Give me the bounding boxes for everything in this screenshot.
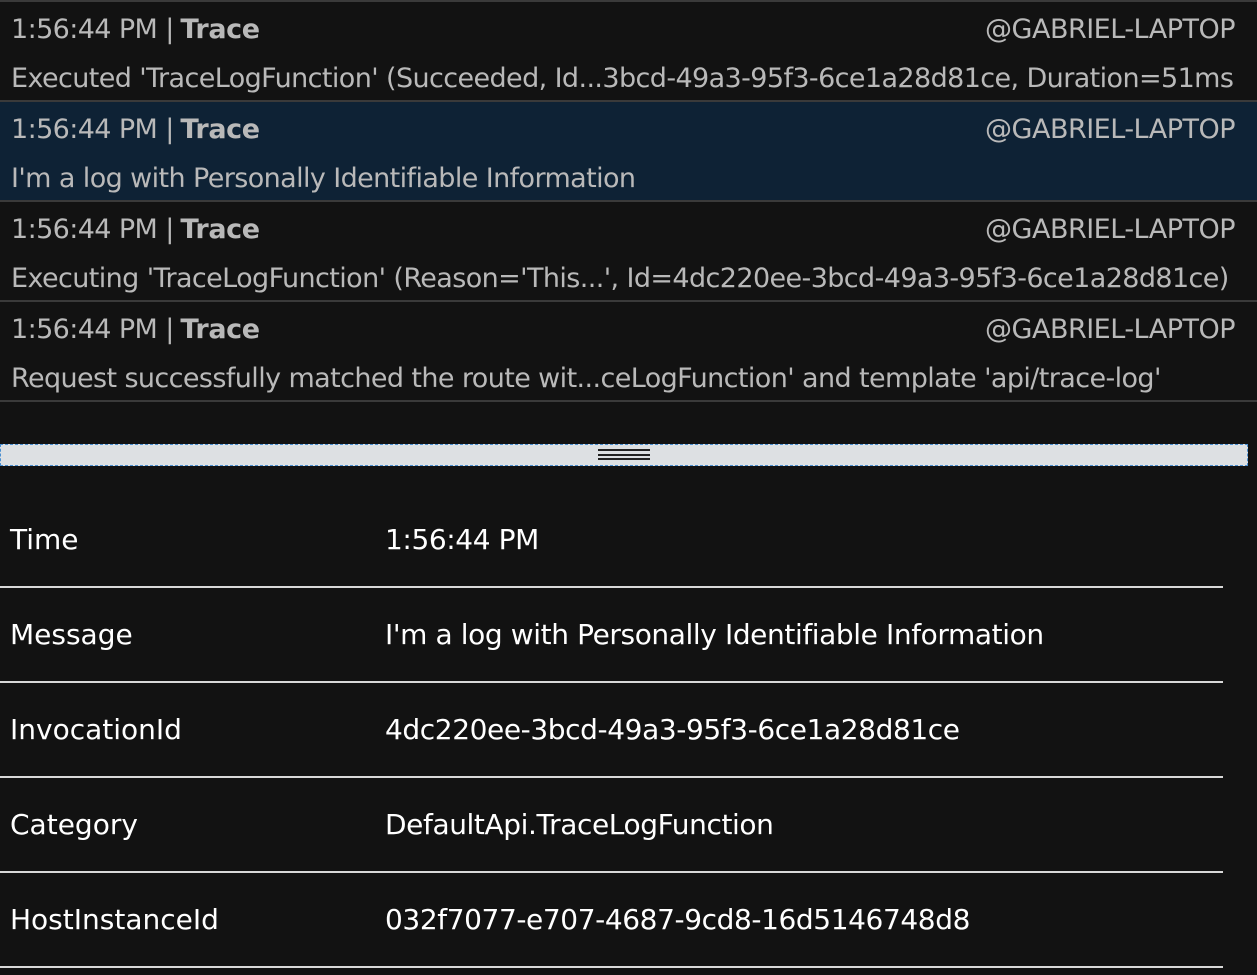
log-message: Executing 'TraceLogFunction' (Reason='Th… [11, 263, 1229, 294]
log-list: 1:56:44 PM | Trace @GABRIEL-LAPTOP Execute… [0, 0, 1257, 443]
log-entry-header: 1:56:44 PM | Trace @GABRIEL-LAPTOP [11, 210, 1235, 250]
detail-key: Message [10, 618, 133, 651]
log-separator: | [165, 14, 175, 45]
log-host: @GABRIEL-LAPTOP [985, 314, 1235, 345]
details-table: Time 1:56:44 PM Message I'm a log with P… [0, 493, 1223, 968]
log-level: Trace [180, 314, 260, 345]
splitter-grip-icon[interactable] [598, 449, 650, 460]
log-entry[interactable]: 1:56:44 PM | Trace @GABRIEL-LAPTOP Executi… [0, 202, 1257, 302]
pane-splitter[interactable] [0, 444, 1248, 466]
log-host: @GABRIEL-LAPTOP [985, 14, 1235, 45]
log-entry[interactable]: 1:56:44 PM | Trace @GABRIEL-LAPTOP Request… [0, 302, 1257, 402]
detail-key: HostInstanceId [10, 903, 219, 936]
detail-row-category: Category DefaultApi.TraceLogFunction [0, 778, 1223, 873]
detail-key: Category [10, 808, 138, 841]
detail-value: 032f7077-e707-4687-9cd8-16d5146748d8 [385, 903, 970, 936]
detail-row-time: Time 1:56:44 PM [0, 493, 1223, 588]
detail-value: 4dc220ee-3bcd-49a3-95f3-6ce1a28d81ce [385, 713, 960, 746]
log-entry[interactable]: 1:56:44 PM | Trace @GABRIEL-LAPTOP Execute… [0, 2, 1257, 102]
detail-value: 1:56:44 PM [385, 523, 539, 556]
log-time: 1:56:44 PM [11, 214, 158, 245]
detail-row-invocation-id: InvocationId 4dc220ee-3bcd-49a3-95f3-6ce… [0, 683, 1223, 778]
detail-row-host-instance-id: HostInstanceId 032f7077-e707-4687-9cd8-1… [0, 873, 1223, 968]
log-time: 1:56:44 PM [11, 314, 158, 345]
log-level: Trace [180, 114, 260, 145]
detail-key: Time [10, 523, 79, 556]
log-separator: | [165, 114, 175, 145]
log-entry-header: 1:56:44 PM | Trace @GABRIEL-LAPTOP [11, 10, 1235, 50]
log-message: I'm a log with Personally Identifiable I… [11, 163, 636, 194]
log-level: Trace [180, 14, 260, 45]
detail-value: DefaultApi.TraceLogFunction [385, 808, 774, 841]
detail-value: I'm a log with Personally Identifiable I… [385, 618, 1044, 651]
log-host: @GABRIEL-LAPTOP [985, 214, 1235, 245]
log-separator: | [165, 214, 175, 245]
log-entry-header: 1:56:44 PM | Trace @GABRIEL-LAPTOP [11, 310, 1235, 350]
log-viewer: 1:56:44 PM | Trace @GABRIEL-LAPTOP Execute… [0, 0, 1257, 975]
log-time: 1:56:44 PM [11, 14, 158, 45]
log-message: Request successfully matched the route w… [11, 363, 1161, 394]
log-host: @GABRIEL-LAPTOP [985, 114, 1235, 145]
log-time: 1:56:44 PM [11, 114, 158, 145]
log-message: Executed 'TraceLogFunction' (Succeeded, … [11, 63, 1234, 94]
detail-key: InvocationId [10, 713, 182, 746]
detail-row-message: Message I'm a log with Personally Identi… [0, 588, 1223, 683]
log-entry-header: 1:56:44 PM | Trace @GABRIEL-LAPTOP [11, 110, 1235, 150]
log-separator: | [165, 314, 175, 345]
log-entry-selected[interactable]: 1:56:44 PM | Trace @GABRIEL-LAPTOP I'm a l… [0, 102, 1257, 202]
log-level: Trace [180, 214, 260, 245]
